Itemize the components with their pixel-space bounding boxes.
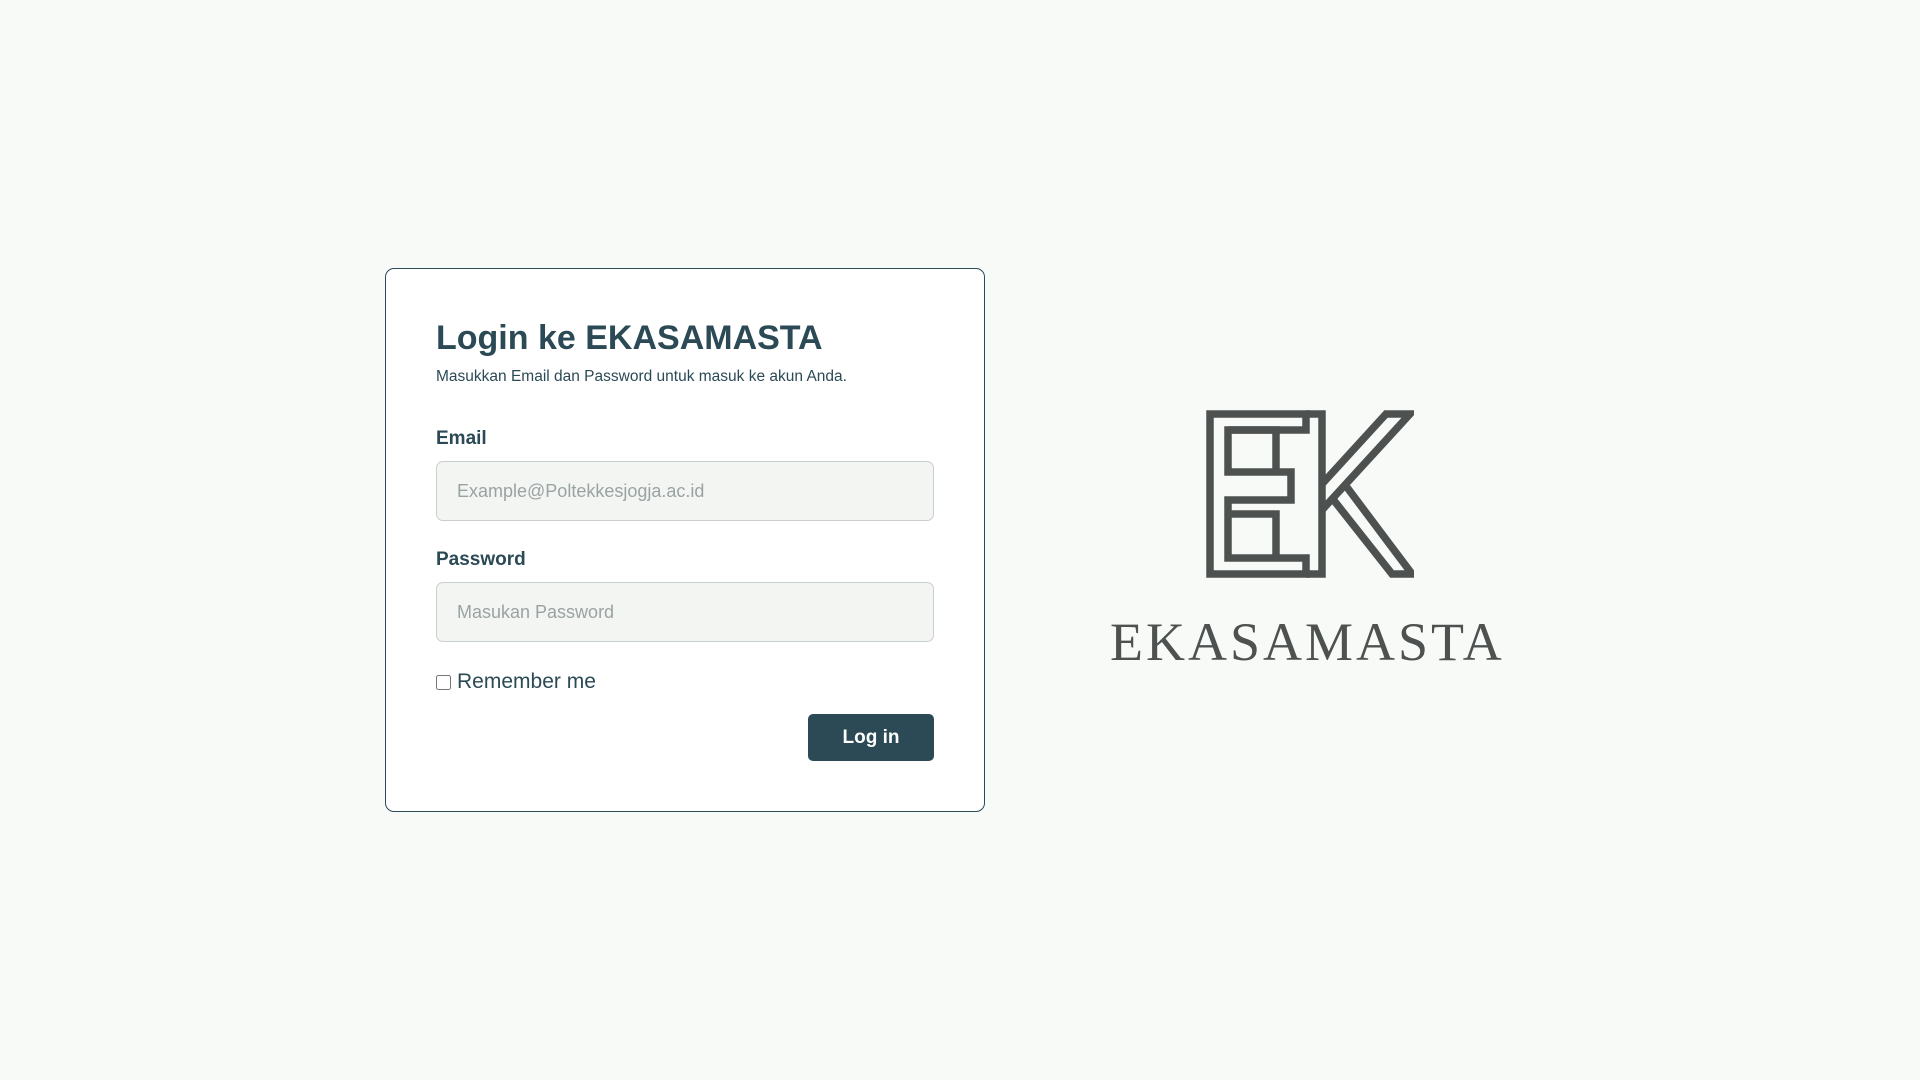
login-page: Login ke EKASAMASTA Masukkan Email dan P… (0, 0, 1920, 1080)
login-title: Login ke EKASAMASTA (436, 319, 823, 357)
brand-block: EKASAMASTA (1110, 410, 1510, 672)
email-field[interactable] (436, 461, 934, 521)
password-label: Password (436, 549, 526, 570)
form-actions: Log in (436, 714, 934, 761)
remember-me-label[interactable]: Remember me (457, 670, 596, 694)
login-button[interactable]: Log in (808, 714, 934, 761)
brand-name: EKASAMASTA (1110, 612, 1505, 672)
email-label: Email (436, 428, 487, 449)
ek-monogram-logo-icon (1206, 410, 1414, 578)
password-field[interactable] (436, 582, 934, 642)
login-card: Login ke EKASAMASTA Masukkan Email dan P… (385, 268, 985, 812)
remember-me-row: Remember me (436, 670, 934, 694)
remember-me-checkbox[interactable] (436, 674, 451, 690)
login-subtitle: Masukkan Email dan Password untuk masuk … (436, 368, 847, 385)
